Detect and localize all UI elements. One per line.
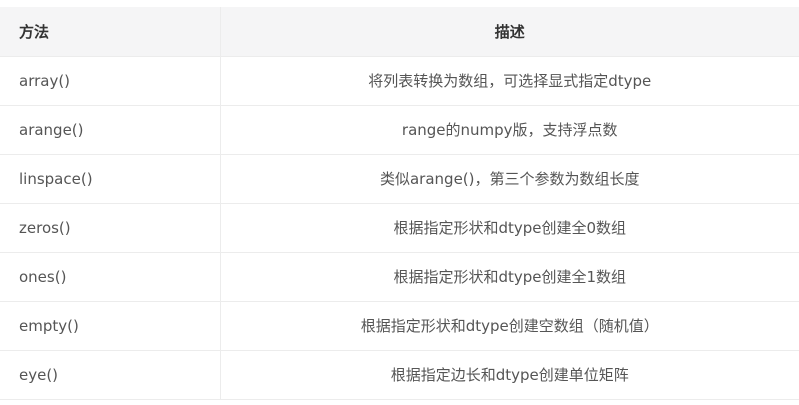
header-description: 描述 xyxy=(219,7,799,57)
table-row: eye() 根据指定边长和dtype创建单位矩阵 xyxy=(0,349,799,400)
table-row: array() 将列表转换为数组，可选择显式指定dtype xyxy=(0,56,799,106)
table-row: zeros() 根据指定形状和dtype创建全0数组 xyxy=(0,202,799,253)
description-cell: 根据指定边长和dtype创建单位矩阵 xyxy=(219,349,799,400)
method-cell: empty() xyxy=(0,300,221,351)
table-row: arange() range的numpy版，支持浮点数 xyxy=(0,104,799,155)
method-cell: ones() xyxy=(0,251,221,302)
method-cell: array() xyxy=(0,56,221,106)
description-cell: 根据指定形状和dtype创建全1数组 xyxy=(219,251,799,302)
methods-table-container: 方法 描述 array() 将列表转换为数组，可选择显式指定dtype aran… xyxy=(0,0,799,405)
description-cell: 根据指定形状和dtype创建全0数组 xyxy=(219,202,799,253)
method-cell: linspace() xyxy=(0,153,221,204)
table-header-row: 方法 描述 xyxy=(0,7,799,57)
table-row: empty() 根据指定形状和dtype创建空数组（随机值） xyxy=(0,300,799,351)
method-cell: zeros() xyxy=(0,202,221,253)
method-cell: arange() xyxy=(0,104,221,155)
description-cell: 类似arange()，第三个参数为数组长度 xyxy=(219,153,799,204)
header-method: 方法 xyxy=(0,7,221,57)
description-cell: range的numpy版，支持浮点数 xyxy=(219,104,799,155)
table-row: ones() 根据指定形状和dtype创建全1数组 xyxy=(0,251,799,302)
table-row: linspace() 类似arange()，第三个参数为数组长度 xyxy=(0,153,799,204)
method-cell: eye() xyxy=(0,349,221,400)
description-cell: 将列表转换为数组，可选择显式指定dtype xyxy=(219,56,799,106)
description-cell: 根据指定形状和dtype创建空数组（随机值） xyxy=(219,300,799,351)
methods-table: 方法 描述 array() 将列表转换为数组，可选择显式指定dtype aran… xyxy=(0,7,799,400)
